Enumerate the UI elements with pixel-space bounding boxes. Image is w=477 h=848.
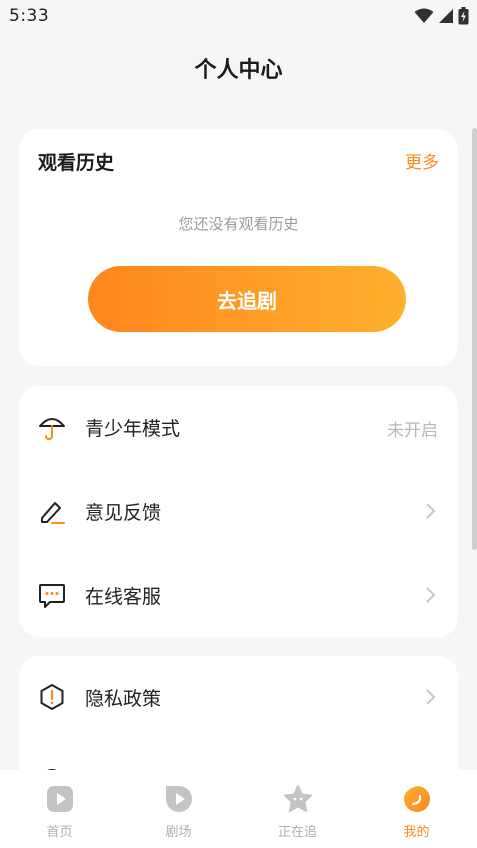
history-card: 观看历史 更多 您还没有观看历史 去追剧 [19,129,458,366]
star-icon [284,785,312,812]
screen: 5:33 个人中心 观看历史 更多 您还没有观看历史 去追剧 青少年模式 未开启… [0,0,477,848]
tab-label: 剧场 [165,825,192,840]
chevron-right-icon [426,587,436,603]
menu-item-label: 青少年模式 [85,418,181,440]
history-more-link[interactable]: 更多 [405,148,439,173]
status-time: 5:33 [9,6,50,26]
bottom-tab-bar: 首页 剧场 正在追 我的 [0,770,477,848]
tab-mine[interactable]: 我的 [357,770,476,848]
tab-label: 首页 [46,825,73,840]
menu-card: 青少年模式 未开启 意见反馈 在线客服 [19,386,458,637]
status-icons [414,6,469,26]
menu-item-label: 在线客服 [85,586,162,608]
theater-play-icon [166,786,192,812]
chevron-right-icon [426,503,436,519]
tab-theater[interactable]: 剧场 [119,770,238,848]
umbrella-icon [39,418,65,441]
history-title: 观看历史 [38,152,115,174]
profile-icon [404,786,430,812]
status-bar: 5:33 [0,0,477,32]
menu-item-customer-service[interactable]: 在线客服 [19,554,458,638]
menu-item-label: 意见反馈 [85,502,162,524]
go-watch-button[interactable]: 去追剧 [88,266,406,332]
tab-home[interactable]: 首页 [0,770,119,848]
menu-item-teen-mode[interactable]: 青少年模式 未开启 [19,386,458,470]
tab-label: 正在追 [277,825,317,840]
pencil-icon [41,502,65,524]
menu-item-privacy-policy[interactable]: 隐私政策 [19,656,458,740]
battery-icon [458,7,469,25]
wifi-icon [414,8,434,23]
shield-alert-icon [40,684,64,710]
scrollbar[interactable] [472,128,477,550]
menu-item-feedback[interactable]: 意见反馈 [19,470,458,554]
teen-mode-status: 未开启 [387,421,438,441]
menu-item-label: 隐私政策 [85,688,162,710]
tab-following[interactable]: 正在追 [238,770,357,848]
chat-icon [39,584,65,608]
tab-label: 我的 [403,825,430,840]
page-title: 个人中心 [194,58,283,83]
history-empty-text: 您还没有观看历史 [178,215,299,233]
home-play-icon [47,786,73,812]
signal-icon [439,9,453,23]
chevron-right-icon [426,689,436,705]
